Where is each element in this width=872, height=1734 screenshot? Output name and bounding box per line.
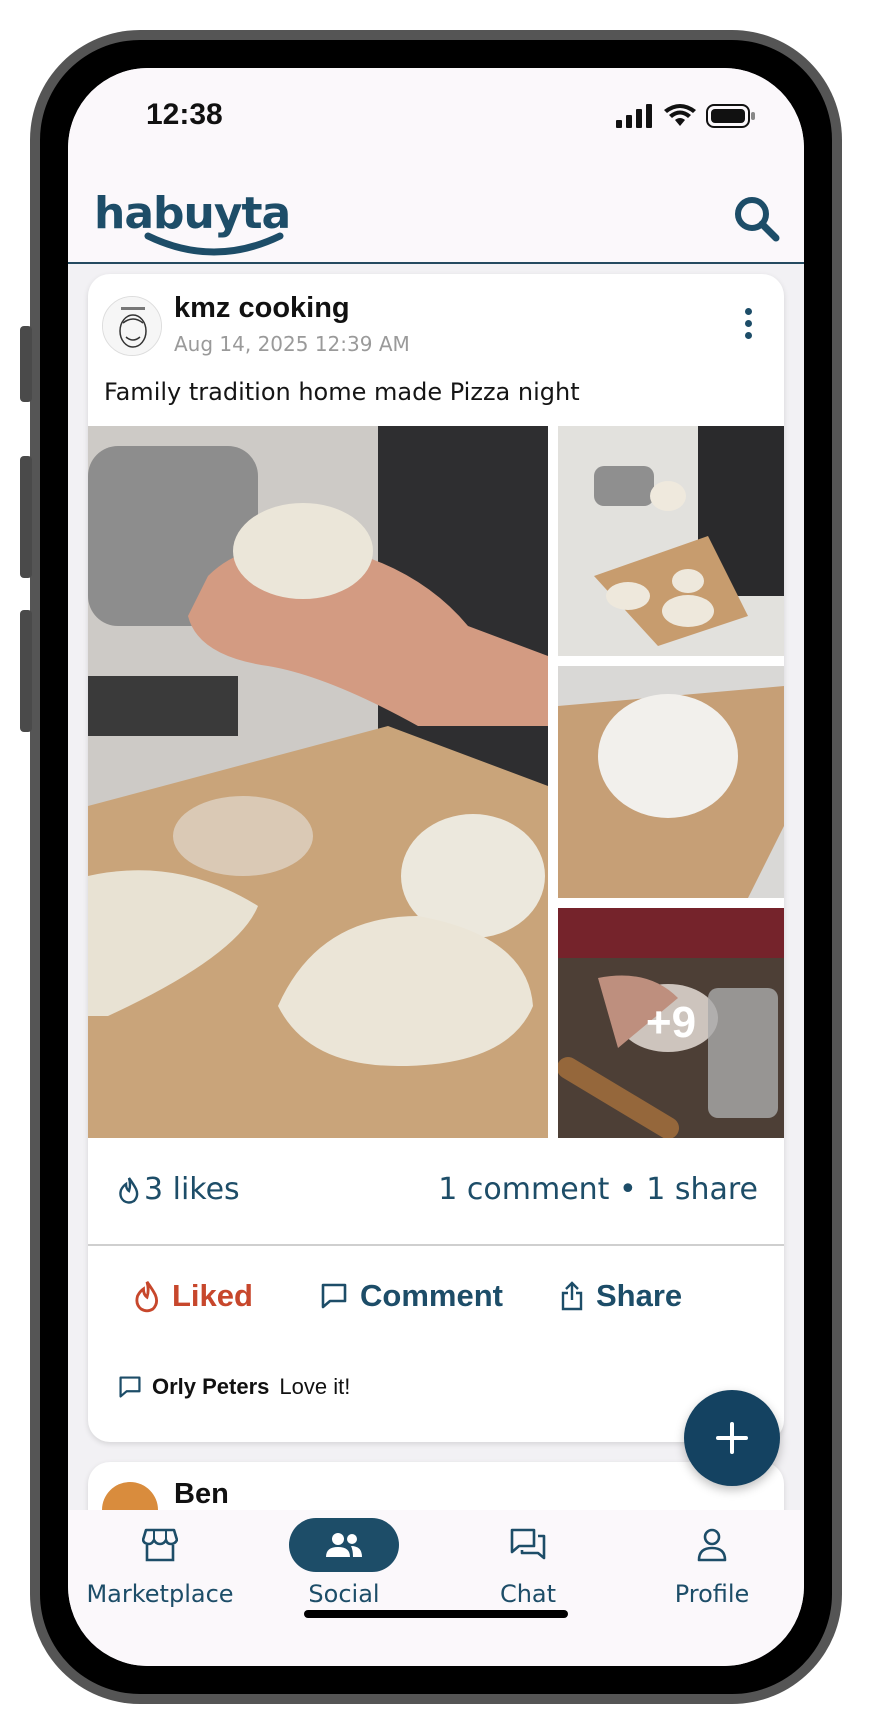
nav-label-social: Social xyxy=(308,1580,380,1608)
nav-label-marketplace: Marketplace xyxy=(86,1580,234,1608)
fire-icon xyxy=(135,1280,159,1313)
status-time: 12:38 xyxy=(146,98,223,131)
post-card: kmz cooking Aug 14, 2025 12:39 AM Family… xyxy=(88,274,784,1442)
post-actions: Liked Comment Share xyxy=(88,1248,784,1354)
fire-icon xyxy=(119,1176,139,1204)
more-photos-count[interactable]: +9 xyxy=(558,908,784,1138)
photo-kitchen-counter xyxy=(558,426,784,656)
chat-icon xyxy=(510,1528,546,1560)
home-indicator[interactable] xyxy=(304,1610,568,1618)
share-icon xyxy=(561,1281,583,1311)
likes-label: 3 likes xyxy=(144,1172,240,1207)
like-button[interactable]: Liked xyxy=(134,1278,253,1314)
comment-icon xyxy=(321,1283,347,1309)
mute-switch xyxy=(20,326,32,402)
more-options-icon[interactable] xyxy=(740,308,756,348)
photo-thumb-2[interactable] xyxy=(558,666,784,898)
person-icon xyxy=(697,1528,727,1562)
share-button[interactable]: Share xyxy=(560,1278,682,1314)
comment-label: Comment xyxy=(360,1278,503,1313)
comment-author: Orly Peters xyxy=(152,1374,270,1399)
nav-profile[interactable]: Profile xyxy=(620,1518,804,1608)
nav-label-profile: Profile xyxy=(674,1580,750,1608)
app-logo[interactable]: habuyta xyxy=(94,188,291,256)
search-icon[interactable] xyxy=(730,192,782,244)
volume-up-button xyxy=(20,456,32,578)
app-header: habuyta xyxy=(68,168,804,264)
engagement-summary[interactable]: 1 comment • 1 share xyxy=(438,1172,758,1207)
author-avatar[interactable] xyxy=(102,296,162,356)
post-text: Family tradition home made Pizza night xyxy=(104,378,580,406)
nav-label-chat: Chat xyxy=(499,1580,557,1608)
comment-text: Love it! xyxy=(279,1374,351,1399)
avatar-face-icon xyxy=(103,297,161,355)
create-post-button[interactable] xyxy=(684,1390,780,1486)
logo-smile-icon xyxy=(144,232,284,256)
nav-social[interactable]: Social xyxy=(252,1518,436,1608)
people-icon xyxy=(326,1533,362,1557)
post-stats: 3 likes 1 comment • 1 share xyxy=(88,1138,784,1246)
photo-grid: +9 xyxy=(88,426,784,1138)
battery-icon xyxy=(706,104,755,128)
volume-down-button xyxy=(20,610,32,732)
photo-thumb-1[interactable] xyxy=(558,426,784,656)
social-feed[interactable]: kmz cooking Aug 14, 2025 12:39 AM Family… xyxy=(68,266,804,1566)
app-screen: 12:38 habuyta kmz cooking Aug 14, 2025 1… xyxy=(68,68,804,1666)
wifi-icon xyxy=(664,104,696,126)
status-bar: 12:38 xyxy=(68,68,804,168)
comment-preview[interactable]: Orly Peters Love it! xyxy=(118,1374,350,1400)
like-label: Liked xyxy=(172,1278,253,1313)
next-post-author[interactable]: Ben xyxy=(174,1478,229,1511)
store-icon xyxy=(142,1528,178,1562)
status-icons xyxy=(616,104,756,128)
signal-icon xyxy=(616,104,652,128)
bottom-nav: Marketplace Social Chat Profile xyxy=(68,1510,804,1666)
comment-button[interactable]: Comment xyxy=(320,1278,503,1314)
photo-dough-ball xyxy=(558,666,784,898)
plus-icon xyxy=(716,1422,748,1454)
likes-count[interactable]: 3 likes xyxy=(118,1172,240,1207)
photo-main[interactable] xyxy=(88,426,548,1138)
nav-marketplace[interactable]: Marketplace xyxy=(68,1518,252,1608)
post-author[interactable]: kmz cooking xyxy=(174,292,350,325)
photo-thumb-3[interactable]: +9 xyxy=(558,908,784,1138)
share-label: Share xyxy=(596,1278,683,1313)
photo-dough-hands xyxy=(88,426,548,1138)
post-date: Aug 14, 2025 12:39 AM xyxy=(174,332,410,356)
nav-chat[interactable]: Chat xyxy=(436,1518,620,1608)
comment-icon xyxy=(119,1376,141,1398)
